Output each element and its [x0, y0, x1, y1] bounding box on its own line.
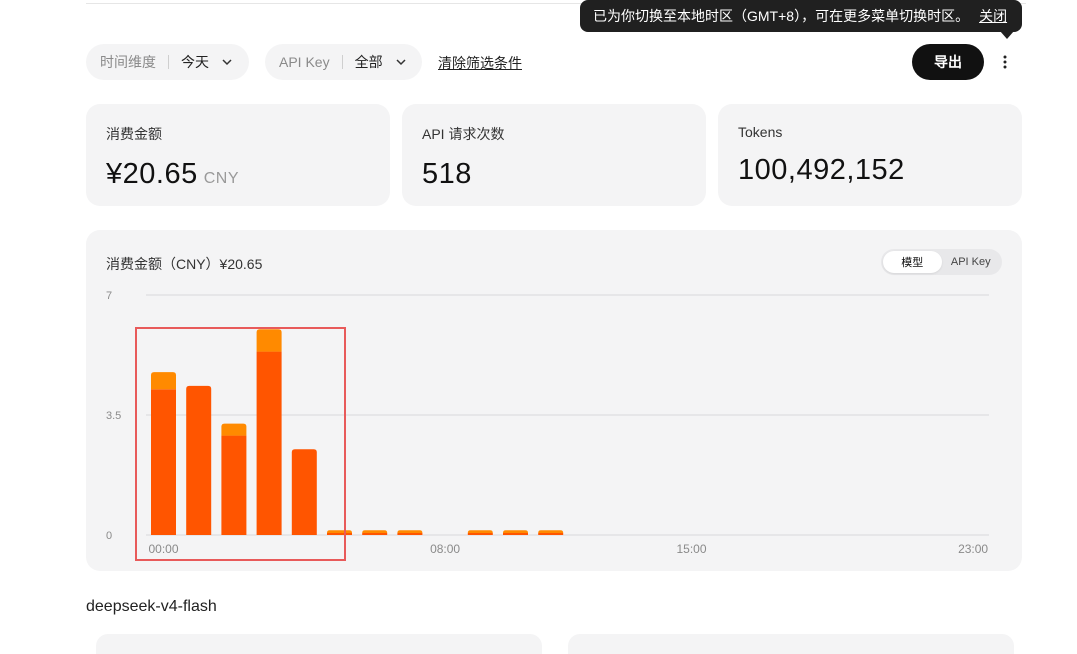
- more-menu-icon[interactable]: [995, 50, 1015, 74]
- divider: [341, 55, 343, 69]
- bar-segment: [467, 530, 493, 533]
- stat-value: ¥20.65 CNY: [106, 158, 370, 191]
- stat-card-requests: API 请求次数 518: [402, 104, 706, 206]
- chevron-down-icon: [395, 56, 407, 68]
- stat-card-tokens: Tokens 100,492,152: [718, 104, 1022, 206]
- model-card: [96, 634, 542, 654]
- tooltip-close-link[interactable]: 关闭: [979, 6, 1007, 26]
- time-dimension-label: 时间维度: [100, 54, 156, 70]
- stat-label: API 请求次数: [422, 126, 505, 142]
- bar-segment: [362, 530, 388, 533]
- y-tick-label: 7: [106, 290, 112, 302]
- api-key-label: API Key: [279, 54, 330, 70]
- bar-segment: [503, 530, 528, 533]
- stat-value: 100,492,152: [738, 154, 905, 186]
- clear-filters-link[interactable]: 清除筛选条件: [438, 53, 522, 73]
- stat-unit: CNY: [203, 170, 239, 187]
- bar-segment: [397, 532, 423, 535]
- timezone-tooltip: 已为你切换至本地时区（GMT+8），可在更多菜单切换时区。 关闭: [580, 0, 1022, 32]
- x-tick-label: 23:00: [958, 542, 988, 556]
- stat-label: 消费金额: [106, 126, 162, 142]
- x-tick-label: 15:00: [676, 542, 706, 556]
- stat-amount: ¥20.65: [106, 158, 198, 190]
- api-key-value: 全部: [354, 54, 383, 70]
- export-button[interactable]: 导出: [912, 44, 984, 80]
- y-tick-label: 3.5: [106, 410, 121, 422]
- model-section-heading: deepseek-v4-flash: [86, 598, 217, 615]
- bar-segment: [467, 532, 493, 535]
- bar-segment: [397, 530, 423, 533]
- stat-label: Tokens: [738, 124, 783, 140]
- divider: [168, 55, 169, 69]
- bar-segment: [538, 530, 564, 533]
- stat-value: 518: [422, 158, 472, 190]
- bar-segment: [503, 532, 528, 535]
- stat-card-spend: 消费金额 ¥20.65 CNY: [86, 104, 390, 206]
- x-tick-label: 08:00: [430, 542, 460, 556]
- bar-segment: [538, 532, 564, 535]
- time-dimension-select[interactable]: 时间维度 今天: [86, 44, 249, 80]
- y-tick-label: 0: [106, 530, 112, 542]
- tooltip-arrow: [1000, 31, 1014, 39]
- bar-segment: [362, 532, 388, 535]
- highlight-box: [135, 327, 346, 561]
- time-dimension-value: 今天: [181, 54, 209, 70]
- chevron-down-icon: [221, 56, 233, 68]
- model-card: [568, 634, 1014, 654]
- tooltip-text: 已为你切换至本地时区（GMT+8），可在更多菜单切换时区。: [593, 8, 970, 24]
- api-key-select[interactable]: API Key 全部: [265, 44, 422, 80]
